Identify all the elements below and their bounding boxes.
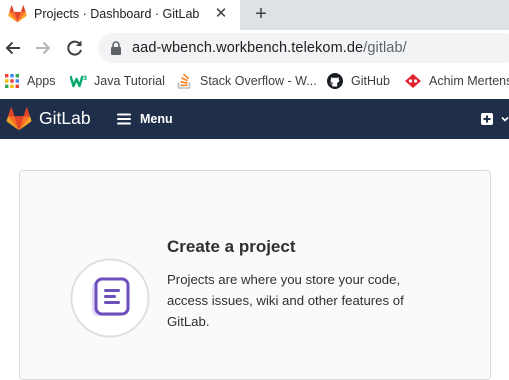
back-arrow-icon[interactable] xyxy=(3,38,23,58)
profile-logo-icon xyxy=(405,74,421,88)
main-content: Create a project Projects are where you … xyxy=(0,139,509,380)
forward-arrow-icon[interactable] xyxy=(33,38,53,58)
new-tab-button[interactable]: + xyxy=(250,3,272,25)
github-icon xyxy=(327,73,343,89)
bookmarks-bar: Apps 3 Java Tutorial Stack Overflow - W.… xyxy=(0,66,509,95)
bookmark-label: Achim Mertens xyxy=(429,74,509,88)
lock-icon[interactable] xyxy=(110,41,122,55)
bookmark-apps[interactable]: Apps xyxy=(5,71,56,91)
bookmark-java-tutorial[interactable]: 3 Java Tutorial xyxy=(70,71,165,91)
card-description: Projects are where you store your code, … xyxy=(167,272,404,329)
create-project-card[interactable]: Create a project Projects are where you … xyxy=(19,170,491,380)
apps-grid-icon xyxy=(5,74,19,88)
project-icon xyxy=(70,258,150,338)
browser-toolbar: aad-wbench.workbench.telekom.de/gitlab/ xyxy=(0,30,509,66)
browser-tab-strip: Projects · Dashboard · GitLab ✕ + xyxy=(0,0,509,30)
reload-icon[interactable] xyxy=(65,38,85,58)
bookmark-label: Stack Overflow - W... xyxy=(200,74,317,88)
url-host: aad-wbench.workbench.telekom.de xyxy=(132,40,364,56)
gitlab-brand-name[interactable]: GitLab xyxy=(39,108,91,129)
url-text[interactable]: aad-wbench.workbench.telekom.de/gitlab/ xyxy=(132,40,407,56)
bookmark-label: GitHub xyxy=(351,74,390,88)
bookmark-achim-mertens[interactable]: Achim Mertens xyxy=(405,71,509,91)
new-dropdown-plus-icon[interactable] xyxy=(480,110,509,128)
url-path: /gitlab/ xyxy=(363,40,407,56)
gitlab-header: GitLab Menu xyxy=(0,99,509,139)
stackoverflow-icon xyxy=(177,73,191,89)
tab-close-icon[interactable]: ✕ xyxy=(212,5,230,23)
menu-label: Menu xyxy=(140,112,173,126)
w3schools-icon: 3 xyxy=(70,75,87,88)
card-title[interactable]: Create a project xyxy=(167,237,296,257)
gitlab-favicon-icon xyxy=(8,5,27,23)
address-bar[interactable]: aad-wbench.workbench.telekom.de/gitlab/ xyxy=(98,33,509,63)
bookmark-stack-overflow[interactable]: Stack Overflow - W... xyxy=(177,71,317,91)
gitlab-logo-icon[interactable] xyxy=(6,107,32,131)
bookmark-github[interactable]: GitHub xyxy=(327,71,390,91)
hamburger-icon xyxy=(117,113,131,125)
bookmark-label: Apps xyxy=(27,74,56,88)
bookmark-label: Java Tutorial xyxy=(94,74,165,88)
tab-title: Projects · Dashboard · GitLab xyxy=(34,7,200,21)
menu-button[interactable]: Menu xyxy=(117,110,173,128)
browser-tab[interactable]: Projects · Dashboard · GitLab ✕ xyxy=(0,0,240,30)
svg-text:3: 3 xyxy=(83,75,87,82)
